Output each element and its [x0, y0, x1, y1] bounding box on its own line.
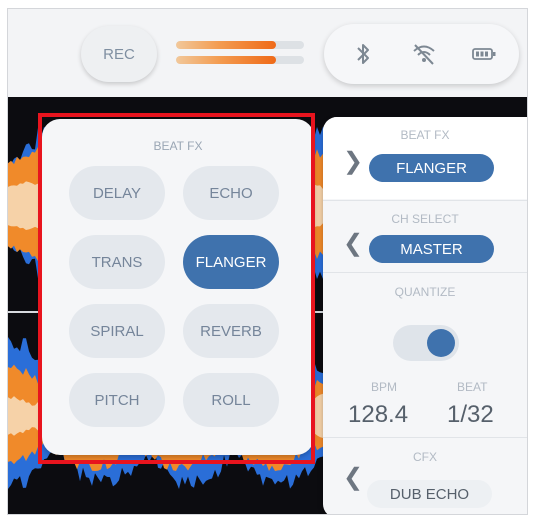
bpm-label: BPM — [371, 380, 398, 394]
level-meter-right-fill — [176, 56, 276, 64]
battery-icon — [472, 41, 498, 67]
fx-button-pitch[interactable]: PITCH — [69, 373, 165, 427]
fx-button-flanger[interactable]: FLANGER — [183, 235, 279, 289]
chevron-right-icon[interactable]: ❯ — [343, 150, 363, 174]
fx-button-reverb[interactable]: REVERB — [183, 304, 279, 358]
level-meter-right — [176, 56, 304, 64]
beat-fx-value[interactable]: FLANGER — [369, 154, 494, 182]
quantize-label: QUANTIZE — [394, 285, 456, 299]
fx-button-roll[interactable]: ROLL — [183, 373, 279, 427]
beat-fx-panel: BEAT FX DELAY ECHO TRANS FLANGER SPIRAL … — [42, 119, 314, 455]
app-frame: REC BEAT FX DELAY ECHO TRANS FLANGER SPI… — [7, 8, 528, 515]
beat-label: BEAT — [457, 380, 488, 394]
fx-button-spiral[interactable]: SPIRAL — [69, 304, 165, 358]
fx-button-echo[interactable]: ECHO — [183, 166, 279, 220]
chevron-left-icon[interactable]: ❮ — [343, 466, 363, 490]
quantize-section: QUANTIZE BPM BEAT 128.4 1/32 — [323, 272, 527, 437]
fx-button-delay[interactable]: DELAY — [69, 166, 165, 220]
ch-select-label: CH SELECT — [391, 212, 459, 226]
fx-side-panel: BEAT FX ❯ FLANGER CH SELECT ❮ MASTER QUA… — [323, 117, 527, 514]
chevron-left-icon[interactable]: ❮ — [343, 232, 363, 256]
level-meter-left — [176, 41, 304, 49]
wifi-off-icon[interactable] — [411, 41, 437, 67]
ch-select-section[interactable]: CH SELECT ❮ MASTER — [323, 200, 527, 273]
bpm-value: 128.4 — [348, 401, 409, 428]
beat-fx-panel-title: BEAT FX — [153, 139, 203, 153]
cfx-section[interactable]: CFX ❮ DUB ECHO — [323, 437, 527, 514]
beat-fx-section[interactable]: BEAT FX ❯ FLANGER — [323, 117, 527, 199]
quantize-toggle[interactable] — [393, 325, 459, 361]
bluetooth-icon[interactable] — [350, 41, 376, 67]
cfx-value[interactable]: DUB ECHO — [367, 480, 492, 508]
level-meter-left-fill — [176, 41, 276, 49]
beat-value[interactable]: 1/32 — [447, 401, 494, 429]
ch-select-value[interactable]: MASTER — [369, 235, 494, 263]
fx-button-trans[interactable]: TRANS — [69, 235, 165, 289]
status-group — [324, 24, 519, 84]
cfx-label: CFX — [413, 450, 437, 464]
beat-fx-label: BEAT FX — [400, 128, 450, 142]
rec-button[interactable]: REC — [81, 26, 157, 82]
quantize-toggle-knob — [427, 329, 455, 357]
top-bar: REC — [8, 9, 527, 97]
